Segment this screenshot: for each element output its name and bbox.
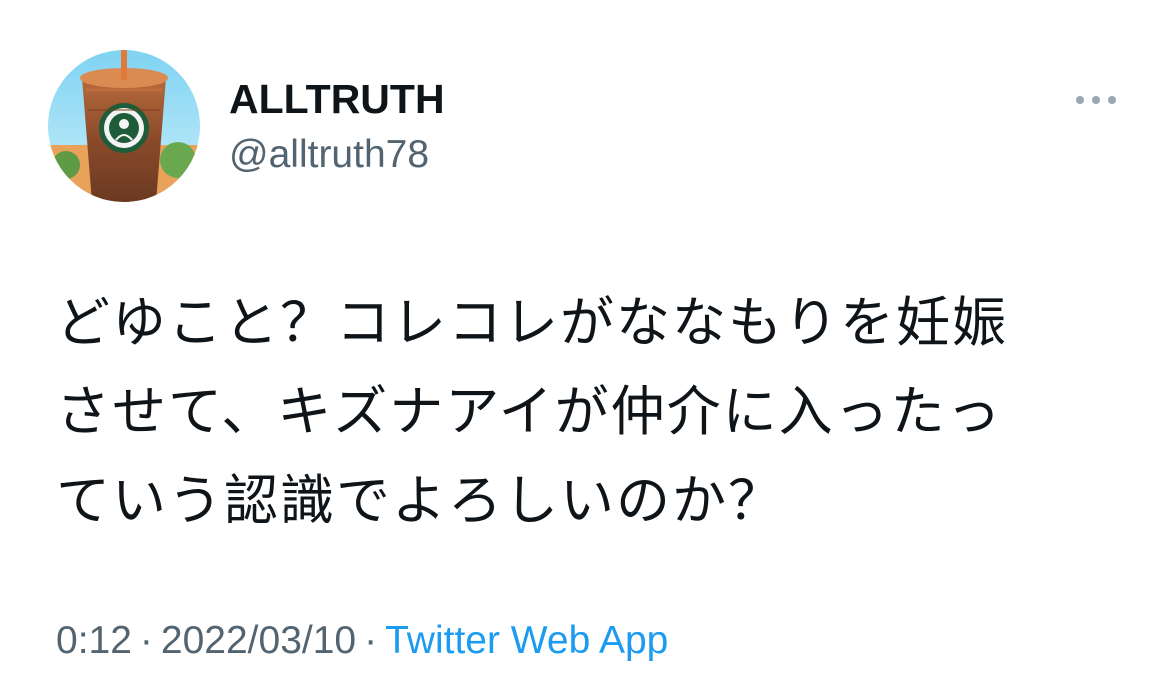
tweet-source-link[interactable]: Twitter Web App	[385, 619, 668, 662]
meta-separator: ·	[364, 619, 378, 662]
profile-avatar[interactable]	[48, 50, 200, 202]
more-options-button[interactable]	[1066, 82, 1126, 118]
tweet-text: どゆこと？コレコレがななもりを妊娠 させて、キズナアイが仲介に入ったっ ていう認…	[56, 291, 1008, 532]
meta-separator: ·	[139, 619, 153, 662]
author-display-name[interactable]: ALLTRUTH	[229, 74, 445, 124]
tweet-card: ALLTRUTH @alltruth78 どゆこと？コレコレがななもりを妊娠 さ…	[0, 0, 1170, 700]
tweet-date[interactable]: 2022/03/10	[161, 619, 356, 662]
more-dots-icon	[1076, 96, 1116, 104]
avatar-image	[48, 50, 200, 202]
tweet-time[interactable]: 0:12	[56, 619, 132, 662]
author-handle[interactable]: @alltruth78	[229, 131, 429, 179]
tweet-meta: 0:12 · 2022/03/10 · Twitter Web App	[56, 616, 668, 666]
